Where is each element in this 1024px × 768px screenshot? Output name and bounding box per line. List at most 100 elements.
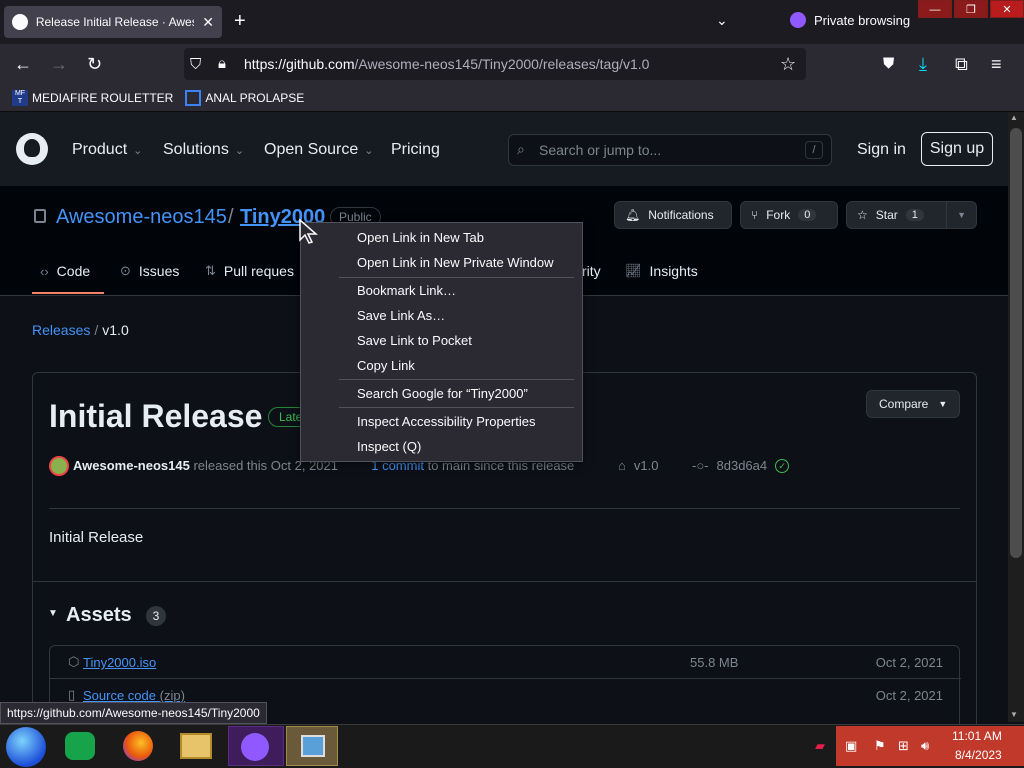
menu-hamburger-icon[interactable]: ≡ [991, 54, 1002, 75]
bookmark-label: MEDIAFIRE ROULETTER [32, 90, 174, 105]
taskbar-notes-app-icon[interactable] [58, 728, 102, 764]
network-icon[interactable]: ⊞ [898, 738, 909, 754]
taskbar-firefox-private-window[interactable] [228, 726, 284, 766]
taskbar-firefox-icon[interactable] [116, 728, 160, 764]
release-title: Initial Release [49, 398, 263, 434]
start-orb-icon[interactable] [6, 727, 46, 767]
bookmarks-toolbar: MF T MEDIAFIRE ROULETTER ANAL PROLAPSE [0, 84, 1024, 112]
menu-item-search-google[interactable]: Search Google for “Tiny2000” [357, 386, 528, 401]
commit-icon: -○- [692, 458, 709, 473]
menu-item-open-new-tab[interactable]: Open Link in New Tab [357, 230, 484, 245]
close-window-button[interactable]: ✕ [990, 0, 1024, 18]
menu-item-inspect[interactable]: Inspect (Q) [357, 439, 421, 454]
tab-pull-requests[interactable]: ⇅ Pull reques [205, 263, 294, 279]
lock-icon[interactable]: 🔒︎ [218, 55, 226, 72]
star-count: 1 [905, 209, 924, 221]
extensions-icon[interactable]: ⧉ [955, 54, 968, 75]
list-all-tabs-chevron-icon[interactable]: ⌄ [716, 12, 728, 29]
nav-open-source[interactable]: Open Source ⌄ [264, 141, 374, 159]
compare-button[interactable]: Compare ▼ [866, 390, 960, 418]
star-dropdown-chevron-icon[interactable]: ▼ [946, 202, 976, 228]
maximize-button[interactable]: ❐ [954, 0, 988, 18]
menu-item-bookmark-link[interactable]: Bookmark Link… [357, 283, 456, 298]
asset-link[interactable]: Tiny2000.iso [83, 655, 156, 670]
forward-arrow-icon[interactable]: → [50, 54, 68, 75]
tab-insights[interactable]: 📈︎ Insights [625, 263, 698, 279]
asset-name: Tiny2000.iso [83, 655, 157, 670]
back-arrow-icon[interactable]: ← [14, 54, 32, 75]
taskbar-network-app[interactable] [286, 726, 338, 766]
menu-item-copy-link[interactable]: Copy Link [357, 358, 415, 373]
menu-item-save-link-as[interactable]: Save Link As… [357, 308, 445, 323]
window-controls: — ❐ ✕ [918, 0, 1024, 18]
menu-separator [339, 379, 574, 380]
private-browsing-indicator: Private browsing [790, 12, 910, 28]
repo-icon [34, 209, 46, 223]
status-link-tooltip: https://github.com/Awesome-neos145/Tiny2… [0, 702, 267, 724]
check-verified-icon: ✓ [775, 458, 790, 473]
compare-label: Compare [879, 397, 929, 411]
bookmark-second[interactable]: ANAL PROLAPSE [185, 89, 305, 106]
pocket-icon[interactable]: ⛊ [883, 55, 894, 72]
bookmark-site-icon [185, 89, 202, 106]
tab-issues[interactable]: ⊙ Issues [120, 263, 179, 279]
tray-app-icon[interactable]: ▣ [845, 738, 857, 754]
new-tab-button[interactable]: + [234, 10, 246, 33]
commit-sha-meta[interactable]: -○- 8d3d6a4 ✓ [692, 458, 790, 473]
menu-item-inspect-accessibility[interactable]: Inspect Accessibility Properties [357, 414, 535, 429]
downloads-icon[interactable]: ⤓ [919, 54, 927, 75]
url-bar[interactable]: https://github.com/Awesome-neos145/Tiny2… [184, 48, 806, 80]
bookmark-label: ANAL PROLAPSE [205, 90, 305, 105]
tab-pull-requests-label: Pull reques [223, 263, 294, 279]
tab-security[interactable]: rity [582, 263, 601, 279]
assets-title[interactable]: Assets [66, 604, 132, 627]
fork-button[interactable]: ⑂ Fork 0 [740, 201, 838, 229]
nav-pricing[interactable]: Pricing [391, 141, 440, 159]
clock-date[interactable]: 8/4/2023 [955, 748, 1002, 762]
clock-time[interactable]: 11:01 AM [952, 729, 1002, 743]
star-button[interactable]: ☆ Star 1 ▼ [846, 201, 977, 229]
code-icon: ‹› [40, 263, 49, 279]
tag-meta[interactable]: ⌂ v1.0 [618, 458, 658, 473]
menu-separator [339, 277, 574, 278]
tray-alert-icon[interactable]: ▰ [815, 738, 825, 754]
bookmark-mediafire[interactable]: MF T MEDIAFIRE ROULETTER [12, 89, 174, 106]
volume-icon[interactable]: 🔊︎ [921, 738, 929, 754]
divider [33, 581, 976, 582]
tab-code[interactable]: ‹› Code [40, 263, 90, 279]
bookmark-star-icon[interactable]: ☆ [780, 54, 796, 75]
nav-product[interactable]: Product ⌄ [72, 141, 142, 159]
taskbar-file-explorer-icon[interactable] [174, 728, 218, 764]
menu-item-open-private-window[interactable]: Open Link in New Private Window [357, 255, 554, 270]
scroll-down-arrow-icon[interactable]: ▼ [1010, 710, 1018, 719]
scrollbar-thumb[interactable] [1010, 128, 1022, 558]
github-search-input[interactable]: ⌕ Search or jump to... / [508, 134, 832, 166]
avatar[interactable] [49, 456, 69, 476]
sign-in-link[interactable]: Sign in [857, 141, 906, 159]
tracking-shield-icon[interactable]: ⛉ [190, 56, 201, 73]
minimize-button[interactable]: — [918, 0, 952, 18]
releases-link[interactable]: Releases [32, 322, 90, 338]
private-browsing-label: Private browsing [814, 12, 911, 28]
browser-tab-active[interactable]: Release Initial Release · Awesome-neos14… [4, 6, 222, 38]
search-placeholder: Search or jump to... [539, 142, 662, 158]
action-center-flag-icon[interactable]: ⚑ [874, 738, 886, 754]
nav-solutions-label: Solutions [163, 141, 229, 158]
reload-icon[interactable]: ↻ [87, 54, 102, 75]
release-author-link[interactable]: Awesome-neos145 [73, 458, 190, 473]
notifications-button[interactable]: 🔔︎ Notifications [614, 201, 732, 229]
repo-owner-link[interactable]: Awesome-neos145 [56, 206, 227, 229]
asset-link[interactable]: Source code (zip) [83, 688, 185, 703]
sign-up-button[interactable]: Sign up [921, 132, 993, 166]
close-tab-icon[interactable]: ✕ [202, 14, 214, 31]
tag-icon: ⌂ [618, 458, 626, 473]
tab-code-label: Code [56, 263, 91, 279]
assets-toggle-triangle-icon[interactable]: ▼ [48, 608, 58, 619]
chevron-down-icon: ▼ [938, 399, 948, 409]
url-host: https://github.com [244, 56, 355, 72]
github-logo-icon[interactable] [16, 133, 48, 165]
nav-solutions[interactable]: Solutions ⌄ [163, 141, 244, 159]
menu-item-save-to-pocket[interactable]: Save Link to Pocket [357, 333, 472, 348]
scroll-up-arrow-icon[interactable]: ▲ [1010, 113, 1018, 122]
mediafire-icon: MF T [12, 89, 28, 106]
